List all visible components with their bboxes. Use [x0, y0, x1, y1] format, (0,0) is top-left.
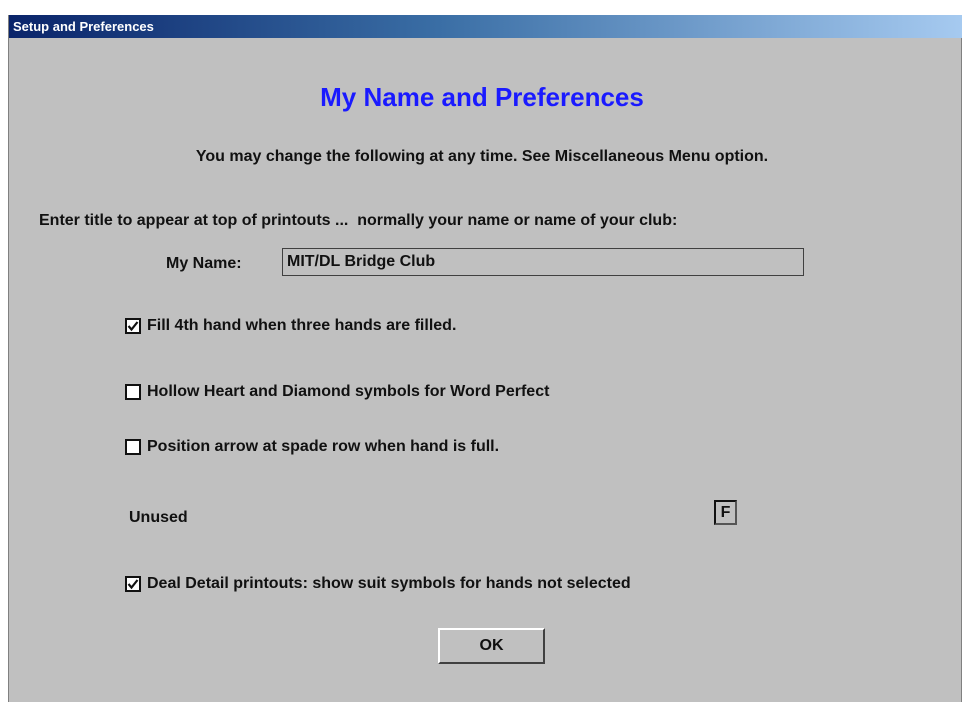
unused-label: Unused [129, 509, 188, 526]
my-name-label: My Name: [166, 255, 242, 272]
name-prompt: Enter title to appear at top of printout… [39, 212, 678, 229]
position-arrow-checkbox[interactable] [125, 439, 141, 455]
top-margin [1, 0, 962, 15]
option-fill-4th-hand[interactable]: Fill 4th hand when three hands are fille… [125, 317, 456, 335]
checkmark-icon [127, 579, 139, 590]
intro-text: You may change the following at any time… [195, 148, 769, 165]
setup-preferences-window: Setup and Preferences My Name and Prefer… [0, 0, 962, 702]
position-arrow-label: Position arrow at spade row when hand is… [147, 438, 500, 455]
ok-button[interactable]: OK [438, 628, 545, 664]
hollow-symbols-checkbox[interactable] [125, 384, 141, 400]
option-hollow-symbols[interactable]: Hollow Heart and Diamond symbols for Wor… [125, 383, 549, 401]
fill-4th-hand-label: Fill 4th hand when three hands are fille… [147, 317, 457, 334]
deal-detail-label: Deal Detail printouts: show suit symbols… [147, 575, 631, 592]
window-title: Setup and Preferences [13, 19, 154, 34]
fill-4th-hand-checkbox[interactable] [125, 318, 141, 334]
hollow-symbols-label: Hollow Heart and Diamond symbols for Wor… [147, 383, 550, 400]
checkmark-icon [127, 321, 139, 332]
deal-detail-checkbox[interactable] [125, 576, 141, 592]
left-border [8, 15, 9, 702]
unused-field[interactable] [714, 500, 737, 525]
option-position-arrow[interactable]: Position arrow at spade row when hand is… [125, 438, 499, 456]
page-title: My Name and Preferences [320, 82, 644, 112]
my-name-field[interactable] [282, 248, 804, 276]
title-bar[interactable]: Setup and Preferences [9, 15, 962, 38]
option-deal-detail[interactable]: Deal Detail printouts: show suit symbols… [125, 575, 631, 593]
